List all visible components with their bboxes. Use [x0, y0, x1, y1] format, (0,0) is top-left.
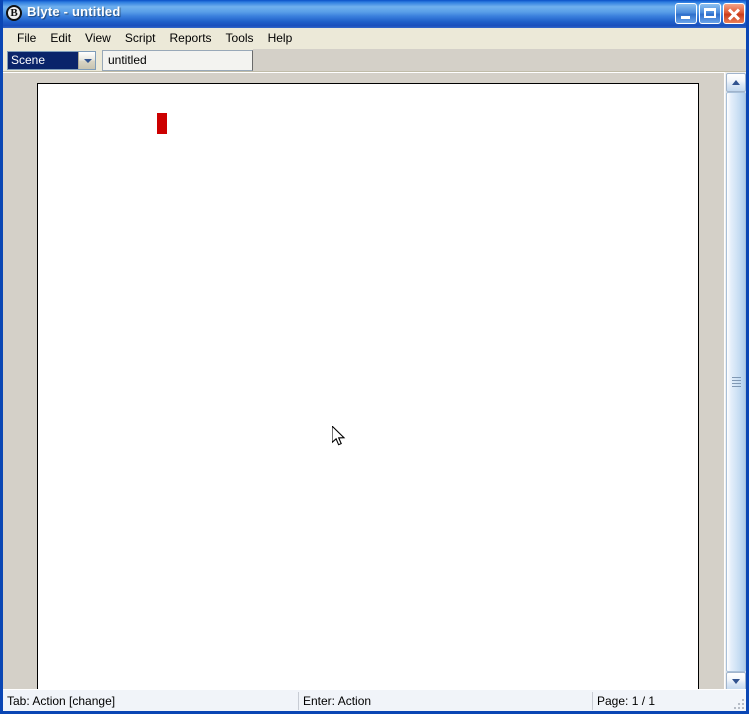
- menu-item-file[interactable]: File: [10, 29, 43, 48]
- menu-item-view[interactable]: View: [78, 29, 118, 48]
- status-page-indicator: Page: 1 / 1: [597, 694, 656, 708]
- toolbar: Scene untitled: [3, 49, 746, 72]
- status-bar: Tab: Action [change] Enter: Action Page:…: [3, 689, 746, 711]
- menu-item-edit[interactable]: Edit: [43, 29, 78, 48]
- scrollbar-grip-icon: [732, 377, 741, 387]
- menu-bar: File Edit View Script Reports Tools Help: [3, 28, 746, 49]
- scrollbar-thumb[interactable]: [726, 92, 746, 672]
- window-title: Blyte - untitled: [27, 4, 121, 19]
- application-window: B Blyte - untitled File Edit View Script…: [0, 0, 749, 714]
- script-page[interactable]: [37, 83, 699, 692]
- app-logo-icon: B: [6, 5, 22, 21]
- vertical-scrollbar[interactable]: [724, 72, 746, 692]
- element-name-input[interactable]: untitled: [102, 50, 253, 71]
- element-type-value: Scene: [8, 52, 78, 69]
- chevron-down-icon[interactable]: [78, 52, 95, 69]
- scrollbar-track[interactable]: [726, 92, 746, 672]
- chevron-up-icon: [732, 80, 740, 85]
- scroll-up-button[interactable]: [726, 73, 746, 92]
- title-bar[interactable]: B Blyte - untitled: [3, 0, 746, 28]
- menu-item-help[interactable]: Help: [261, 29, 300, 48]
- status-divider-1: [298, 692, 299, 710]
- status-tab-hint: Tab: Action [change]: [7, 694, 116, 708]
- element-type-combobox[interactable]: Scene: [7, 51, 96, 70]
- menu-item-script[interactable]: Script: [118, 29, 163, 48]
- minimize-button[interactable]: [675, 3, 697, 24]
- close-button[interactable]: [723, 3, 745, 24]
- resize-grip-icon[interactable]: [730, 695, 744, 709]
- script-work-area[interactable]: [3, 72, 724, 692]
- text-cursor-block: [157, 113, 167, 134]
- menu-item-tools[interactable]: Tools: [219, 29, 261, 48]
- menu-item-reports[interactable]: Reports: [163, 29, 219, 48]
- maximize-icon: [704, 8, 716, 18]
- window-controls: [675, 3, 745, 25]
- maximize-button[interactable]: [699, 3, 721, 24]
- status-divider-2: [592, 692, 593, 710]
- status-enter-hint: Enter: Action: [303, 694, 372, 708]
- minimize-icon: [681, 16, 690, 19]
- chevron-down-icon: [732, 679, 740, 684]
- toolbar-empty-area: [253, 49, 746, 71]
